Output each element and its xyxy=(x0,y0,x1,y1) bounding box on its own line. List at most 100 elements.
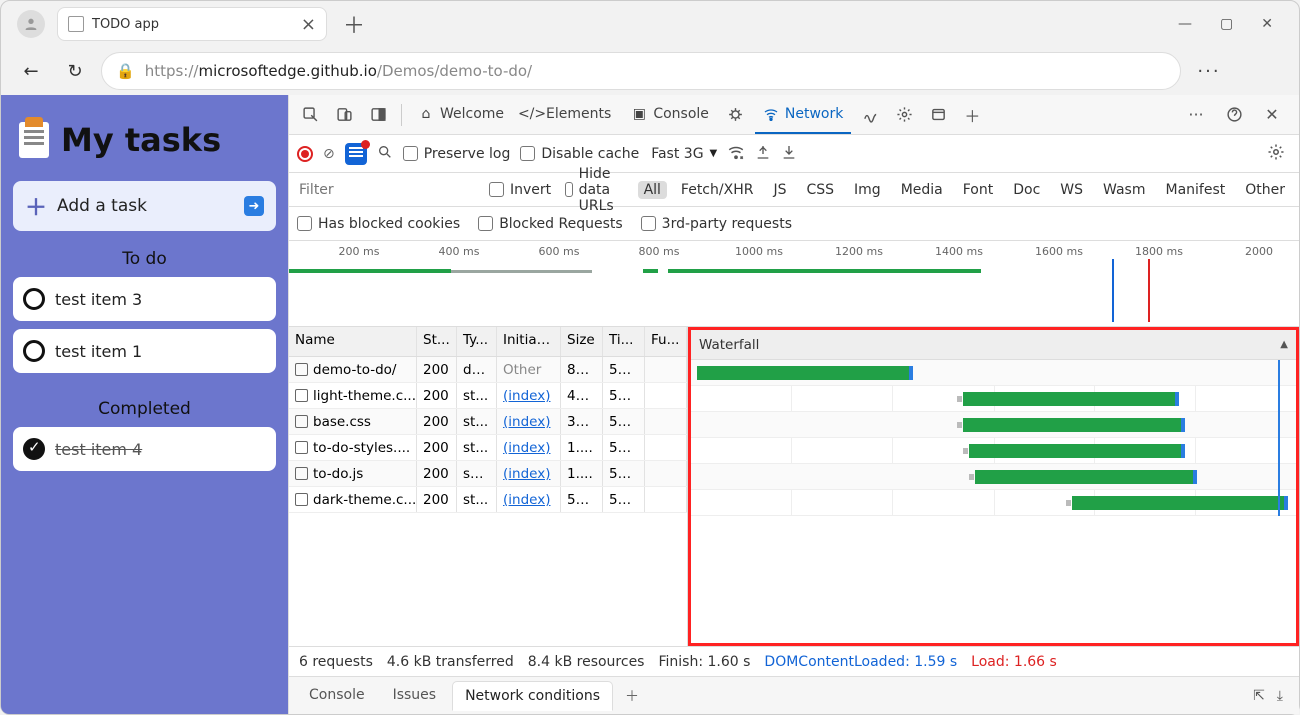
network-conditions-button[interactable] xyxy=(727,143,745,165)
drawer-add-tab-button[interactable]: ＋ xyxy=(625,686,639,706)
clear-button[interactable]: ⊘ xyxy=(323,146,335,162)
filter-toggle-button[interactable] xyxy=(345,143,367,165)
drawer-expand-button[interactable]: ⇱ xyxy=(1253,688,1265,704)
waterfall-row[interactable] xyxy=(691,464,1296,490)
more-tabs-button[interactable]: ＋ xyxy=(957,100,987,130)
type-filter-wasm[interactable]: Wasm xyxy=(1097,181,1151,199)
column-header[interactable]: Fu... xyxy=(645,327,687,356)
time-cell: 57... xyxy=(603,357,645,382)
filter-input[interactable] xyxy=(297,178,475,202)
maximize-button[interactable]: ▢ xyxy=(1220,16,1233,32)
record-button[interactable] xyxy=(297,146,313,162)
address-bar[interactable]: 🔒 https://microsoftedge.github.io/Demos/… xyxy=(101,52,1181,90)
submit-icon[interactable]: ➜ xyxy=(244,196,264,216)
initiator-link[interactable]: (index) xyxy=(503,388,550,404)
column-header[interactable]: St... xyxy=(417,327,457,356)
export-har-button[interactable] xyxy=(781,144,797,164)
type-filter-js[interactable]: JS xyxy=(767,181,792,199)
throttling-select[interactable]: Fast 3G ▼ xyxy=(651,146,717,162)
waterfall-column[interactable]: Waterfall ▲ xyxy=(688,327,1299,646)
status-dcl: DOMContentLoaded: 1.59 s xyxy=(764,654,957,670)
tab-elements[interactable]: </> Elements xyxy=(516,96,619,134)
table-header-row[interactable]: NameSt...Ty...InitiatorSizeTi...Fu... xyxy=(289,327,687,357)
type-filter-manifest[interactable]: Manifest xyxy=(1159,181,1231,199)
refresh-button[interactable]: ↻ xyxy=(57,53,93,89)
tab-network[interactable]: Network xyxy=(755,96,851,134)
search-button[interactable] xyxy=(377,144,393,164)
type-filter-other[interactable]: Other xyxy=(1239,181,1291,199)
type-filter-all[interactable]: All xyxy=(638,181,667,199)
minimize-button[interactable]: — xyxy=(1178,16,1192,32)
type-filter-media[interactable]: Media xyxy=(895,181,949,199)
tab-console[interactable]: ▣ Console xyxy=(623,96,717,134)
inspect-element-button[interactable] xyxy=(295,100,325,130)
initiator-link[interactable]: (index) xyxy=(503,440,550,456)
task-checkbox[interactable] xyxy=(23,438,45,460)
request-row[interactable]: to-do-styles....200st...(index)1....56..… xyxy=(289,435,687,461)
drawer-collapse-button[interactable]: ⤓ xyxy=(1277,688,1283,704)
third-party-checkbox[interactable]: 3rd-party requests xyxy=(641,216,792,232)
initiator-link[interactable]: (index) xyxy=(503,466,550,482)
close-tab-button[interactable]: × xyxy=(301,14,316,35)
disable-cache-checkbox[interactable]: Disable cache xyxy=(520,146,639,162)
browser-menu-button[interactable]: ··· xyxy=(1189,61,1229,82)
waterfall-row[interactable] xyxy=(691,360,1296,386)
add-task-button[interactable]: ＋ Add a task ➜ xyxy=(13,181,276,231)
invert-checkbox[interactable]: Invert xyxy=(489,182,551,198)
profile-avatar[interactable] xyxy=(17,10,45,38)
request-row[interactable]: demo-to-do/200do...Other80...57... xyxy=(289,357,687,383)
close-window-button[interactable]: ✕ xyxy=(1261,16,1273,32)
performance-icon[interactable] xyxy=(855,100,885,130)
settings-icon[interactable] xyxy=(889,100,919,130)
request-row[interactable]: to-do.js200scr...(index)1....57... xyxy=(289,461,687,487)
type-filter-img[interactable]: Img xyxy=(848,181,887,199)
type-filter-font[interactable]: Font xyxy=(957,181,999,199)
column-header[interactable]: Name xyxy=(289,327,417,356)
waterfall-row[interactable] xyxy=(691,490,1296,516)
timeline-overview[interactable]: 200 ms400 ms600 ms800 ms1000 ms1200 ms14… xyxy=(289,241,1299,327)
has-blocked-cookies-checkbox[interactable]: Has blocked cookies xyxy=(297,216,460,232)
debugger-icon[interactable] xyxy=(721,100,751,130)
back-button[interactable]: ← xyxy=(13,53,49,89)
device-toolbar-button[interactable] xyxy=(329,100,359,130)
task-item[interactable]: test item 3 xyxy=(13,277,276,321)
initiator-link[interactable]: (index) xyxy=(503,414,550,430)
task-item[interactable]: test item 4 xyxy=(13,427,276,471)
dock-side-button[interactable] xyxy=(363,100,393,130)
column-header[interactable]: Ty... xyxy=(457,327,497,356)
drawer-tab-network-conditions[interactable]: Network conditions xyxy=(452,681,613,711)
type-filter-fetchxhr[interactable]: Fetch/XHR xyxy=(675,181,760,199)
column-header[interactable]: Ti... xyxy=(603,327,645,356)
close-devtools-button[interactable]: ✕ xyxy=(1257,100,1287,130)
request-row[interactable]: dark-theme.c...200st...(index)51...56... xyxy=(289,487,687,513)
type-filter-ws[interactable]: WS xyxy=(1054,181,1089,199)
type-filter-doc[interactable]: Doc xyxy=(1007,181,1046,199)
preserve-log-checkbox[interactable]: Preserve log xyxy=(403,146,511,162)
column-header[interactable]: Initiator xyxy=(497,327,561,356)
task-checkbox[interactable] xyxy=(23,340,45,362)
devtools-more-button[interactable]: ··· xyxy=(1181,100,1211,130)
initiator-link[interactable]: (index) xyxy=(503,492,550,508)
blocked-requests-checkbox[interactable]: Blocked Requests xyxy=(478,216,622,232)
waterfall-header[interactable]: Waterfall ▲ xyxy=(691,330,1296,360)
waterfall-row[interactable] xyxy=(691,386,1296,412)
network-request-table[interactable]: NameSt...Ty...InitiatorSizeTi...Fu... de… xyxy=(289,327,688,646)
waterfall-row[interactable] xyxy=(691,438,1296,464)
new-tab-button[interactable]: ＋ xyxy=(343,8,365,40)
request-row[interactable]: base.css200st...(index)38...56... xyxy=(289,409,687,435)
type-filter-css[interactable]: CSS xyxy=(800,181,840,199)
task-checkbox[interactable] xyxy=(23,288,45,310)
import-har-button[interactable] xyxy=(755,144,771,164)
time-cell: 56... xyxy=(603,409,645,434)
drawer-tab-console[interactable]: Console xyxy=(297,681,377,711)
request-row[interactable]: light-theme.c...200st...(index)49...56..… xyxy=(289,383,687,409)
task-item[interactable]: test item 1 xyxy=(13,329,276,373)
tab-welcome[interactable]: ⌂ Welcome xyxy=(410,96,512,134)
waterfall-row[interactable] xyxy=(691,412,1296,438)
drawer-tab-issues[interactable]: Issues xyxy=(381,681,449,711)
help-button[interactable] xyxy=(1219,100,1249,130)
column-header[interactable]: Size xyxy=(561,327,603,356)
browser-tab[interactable]: TODO app × xyxy=(57,7,327,41)
application-icon[interactable] xyxy=(923,100,953,130)
network-settings-button[interactable] xyxy=(1267,143,1285,165)
